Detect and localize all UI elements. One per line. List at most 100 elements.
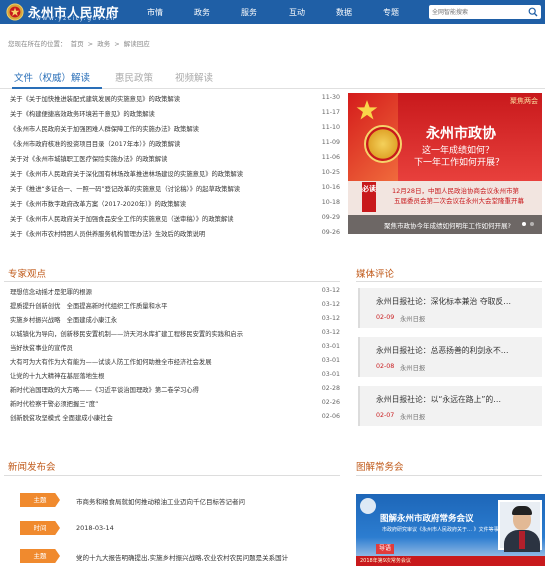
list-item-date: 11-09 [321, 139, 340, 146]
section-title-expert: 专家观点 [8, 269, 47, 280]
list-item-title[interactable]: 《永州市人民政府关于加强困难人群保障工作的实施办法》政策解读 [10, 124, 290, 133]
list-item[interactable]: 新时代治国理政的大方略——《习近平谈治国理政》第二卷学习心得 02-28 [4, 384, 340, 396]
banner-title: 永州市政协 [426, 126, 496, 142]
list-item[interactable]: 新时代检察干警必须把握三“度” 02-26 [4, 398, 340, 410]
nav-item-zhengwu[interactable]: 政务 [194, 7, 210, 18]
nav-item-fuwu[interactable]: 服务 [241, 7, 257, 18]
press-label: 主题 [20, 549, 60, 563]
meeting-title: 图解永州市政府常务会议 [380, 514, 474, 524]
press-label: 时间 [20, 521, 60, 535]
press-row-topic[interactable]: 主题 市商务和粮食局就如何推动粮油工业迈向千亿目标答记者问 [20, 493, 340, 507]
breadcrumb-home[interactable]: 首页 [71, 40, 84, 48]
banner-subtitle: 下一年工作如何开展？ [414, 158, 505, 168]
banner-news-line: 12月28日，中国人民政治协商会议永州市第 [392, 187, 520, 195]
section-divider [356, 281, 542, 282]
list-item[interactable]: 《永州市人民政府关于加强困难人群保障工作的实施办法》政策解读 11-10 [4, 123, 340, 136]
list-item-date: 09-29 [321, 214, 340, 221]
media-card[interactable]: 永州日报社论：以“永远在路上”的… 02-07 永州日报 [358, 386, 542, 426]
cppcc-banner[interactable]: 聚焦两会 永州市政协 这一年成绩如何？ 下一年工作如何开展？ 必读 12月28日… [348, 93, 542, 234]
list-item-date: 02-26 [321, 399, 340, 406]
press-value[interactable]: 市商务和粮食局就如何推动粮油工业迈向千亿目标答记者问 [76, 496, 245, 506]
press-row-topic[interactable]: 主题 党的十九大报告明确提出,实施乡村振兴战略,农业农村农民问题是关系国计 [20, 549, 340, 563]
carousel-dot[interactable] [530, 222, 534, 226]
list-item[interactable]: 实施乡村振兴战略 全面建成小康江永 03-12 [4, 314, 340, 326]
section-divider [4, 281, 340, 282]
list-item-title[interactable]: 提质提升创新创优 全面提高新时代组织工作质量和水平 [10, 301, 290, 310]
list-item-title[interactable]: 关于《永州市人民政府关于深化国有林场改革推进林场建设的实施意见》的政策解读 [10, 169, 290, 178]
list-item[interactable]: 大有可为大有作为大有能为——试谈人防工作如何助推全市经济社会发展 03-01 [4, 356, 340, 368]
list-item-title[interactable]: 让党的十九大精神在基层落地生根 [10, 371, 290, 380]
media-card[interactable]: 永州日报社论：总恶扬善的利剑永不… 02-08 永州日报 [358, 337, 542, 377]
nav-item-shuju[interactable]: 数据 [336, 7, 352, 18]
list-item-title[interactable]: 实施乡村振兴战略 全面建成小康江永 [10, 315, 290, 324]
media-card-title[interactable]: 永州日报社论：总恶扬善的利剑永不… [376, 345, 542, 356]
list-item-date: 10-16 [321, 184, 340, 191]
section-divider [4, 475, 340, 476]
meeting-strip: 2018年第9次常务会议 [356, 556, 545, 566]
banner-caption[interactable]: 聚焦市政协今年成绩如何明年工作如何开展? [384, 220, 511, 230]
list-item-title[interactable]: 创新脱贫攻坚模式 全面建成小康社会 [10, 413, 290, 422]
media-card-title[interactable]: 永州日报社论：深化标本兼治 夺取反… [376, 296, 542, 307]
list-item-title[interactable]: 大有可为大有作为大有能为——试谈人防工作如何助推全市经济社会发展 [10, 357, 290, 366]
nav-item-shiqing[interactable]: 市情 [147, 7, 163, 18]
list-item[interactable]: 关于《构建便捷高效政务环境若干意见》的政策解读 11-17 [4, 108, 340, 121]
press-value[interactable]: 党的十九大报告明确提出,实施乡村振兴战略,农业农村农民问题是关系国计 [76, 552, 288, 562]
list-item[interactable]: 关于《关于加快推进装配式建筑发展的实施意见》的政策解读 11-30 [4, 93, 340, 106]
breadcrumb-separator: > [114, 40, 120, 48]
top-header: 永州市人民政府 www.yzcity.gov.cn 市情 政务 服务 互动 数据… [0, 0, 545, 24]
nav-item-zhuanti[interactable]: 专题 [383, 7, 399, 18]
portrait-hair [512, 506, 532, 515]
list-item[interactable]: 关于《推进“多证合一、一照一码”登记改革的实施意见（讨论稿）》的起草政策解读 10… [4, 183, 340, 196]
national-emblem-icon [6, 3, 24, 21]
list-item[interactable]: 《永州市政府核准的投资项目目录（2017年本）》的政策解读 11-09 [4, 138, 340, 151]
meeting-image[interactable]: 图解永州市政府常务会议 市政府研究审议《永州市人民政府关于… 》文件等事项 导语… [356, 494, 545, 566]
list-item-title[interactable]: 《永州市政府核准的投资项目目录（2017年本）》的政策解读 [10, 139, 290, 148]
list-item-title[interactable]: 新时代检察干警必须把握三“度” [10, 399, 290, 408]
list-item[interactable]: 以城镇化为导向，创新移民安置机制——浒天河水库扩建工程移民安置的实践和启示 03-… [4, 328, 340, 340]
meeting-tag: 导语 [376, 544, 394, 554]
section-title-media: 媒体评论 [356, 269, 395, 280]
cppcc-emblem-icon [364, 125, 402, 163]
carousel-dot[interactable] [522, 222, 526, 226]
list-item-title[interactable]: 关于《永州市数字政府改革方案（2017-2020年）》的政策解读 [10, 199, 290, 208]
list-item-date: 03-01 [321, 343, 340, 350]
tab-file-interpretation[interactable]: 文件（权威）解读 [14, 70, 90, 84]
list-item-date: 03-01 [321, 357, 340, 364]
search-box [429, 5, 541, 19]
list-item[interactable]: 提质提升创新创优 全面提高新时代组织工作质量和水平 03-12 [4, 300, 340, 312]
breadcrumb-zhengwu[interactable]: 政务 [97, 40, 110, 48]
list-item-title[interactable]: 关于《永州市农村特困人员供养服务机构管理办法》生效后的政策说明 [10, 229, 290, 238]
list-item[interactable]: 理想信念动摇才是犯罪的根源 03-12 [4, 286, 340, 298]
site-url: www.yzcity.gov.cn [36, 14, 116, 22]
list-item[interactable]: 关于《永州市农村特困人员供养服务机构管理办法》生效后的政策说明 09-26 [4, 228, 340, 241]
list-item-title[interactable]: 关于《构建便捷高效政务环境若干意见》的政策解读 [10, 109, 290, 118]
media-card-title[interactable]: 永州日报社论：以“永远在路上”的… [376, 394, 542, 405]
media-card-source: 永州日报 [400, 316, 426, 323]
list-item-date: 03-01 [321, 371, 340, 378]
list-item[interactable]: 当好扶贫事业的宣传员 03-01 [4, 342, 340, 354]
list-item[interactable]: 关于《永州市人民政府关于加强食品安全工作的实施意见（送审稿）》的政策解读 09-2… [4, 213, 340, 226]
list-item-title[interactable]: 理想信念动摇才是犯罪的根源 [10, 287, 290, 296]
list-item[interactable]: 创新脱贫攻坚模式 全面建成小康社会 02-06 [4, 412, 340, 424]
list-item-title[interactable]: 关于对《永州市城镇职工医疗保险实施办法》的政策解读 [10, 154, 290, 163]
list-item-title[interactable]: 关于《永州市人民政府关于加强食品安全工作的实施意见（送审稿）》的政策解读 [10, 214, 290, 223]
list-item-title[interactable]: 关于《关于加快推进装配式建筑发展的实施意见》的政策解读 [10, 94, 290, 103]
list-item[interactable]: 关于《永州市人民政府关于深化国有林场改革推进林场建设的实施意见》的政策解读 10-… [4, 168, 340, 181]
tab-video-interpretation[interactable]: 视频解读 [175, 70, 213, 84]
list-item[interactable]: 让党的十九大精神在基层落地生根 03-01 [4, 370, 340, 382]
list-item-title[interactable]: 新时代治国理政的大方略——《习近平谈治国理政》第二卷学习心得 [10, 385, 290, 394]
list-item[interactable]: 关于对《永州市城镇职工医疗保险实施办法》的政策解读 11-06 [4, 153, 340, 166]
site-logo[interactable]: 永州市人民政府 www.yzcity.gov.cn [4, 1, 152, 23]
media-card-source: 永州日报 [400, 365, 426, 372]
section-title-meeting: 图解常务会 [356, 462, 404, 473]
list-item-date: 03-12 [321, 301, 340, 308]
media-card[interactable]: 永州日报社论：深化标本兼治 夺取反… 02-09 永州日报 [358, 288, 542, 328]
list-item-title[interactable]: 关于《推进“多证合一、一照一码”登记改革的实施意见（讨论稿）》的起草政策解读 [10, 184, 290, 193]
list-item-title[interactable]: 以城镇化为导向，创新移民安置机制——浒天河水库扩建工程移民安置的实践和启示 [10, 329, 290, 338]
nav-item-hudong[interactable]: 互动 [289, 7, 305, 18]
list-item-title[interactable]: 当好扶贫事业的宣传员 [10, 343, 290, 352]
tab-benefit-policy[interactable]: 惠民政策 [115, 70, 153, 84]
search-icon[interactable] [528, 7, 538, 17]
list-item[interactable]: 关于《永州市数字政府改革方案（2017-2020年）》的政策解读 10-18 [4, 198, 340, 211]
search-input[interactable] [432, 6, 524, 18]
